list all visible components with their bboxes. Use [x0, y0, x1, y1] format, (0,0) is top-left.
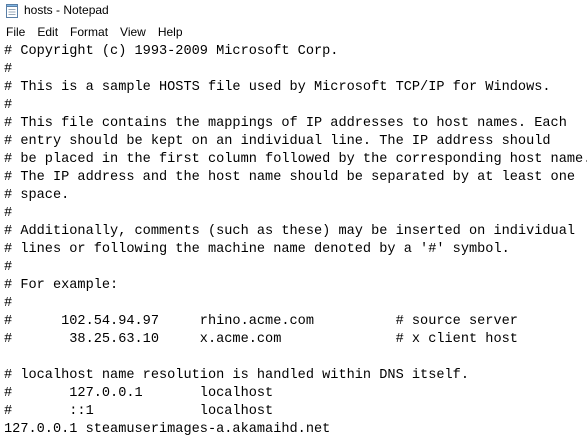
editor-line: #: [4, 206, 13, 221]
editor-line: # 102.54.94.97 rhino.acme.com # source s…: [4, 314, 518, 329]
menu-bar: File Edit Format View Help: [0, 22, 587, 42]
editor-line: # localhost name resolution is handled w…: [4, 368, 469, 383]
menu-view[interactable]: View: [114, 22, 152, 42]
editor-line: #: [4, 98, 13, 113]
window-title: hosts - Notepad: [24, 3, 109, 17]
editor-line: # be placed in the first column followed…: [4, 152, 587, 167]
editor-line: 127.0.0.1 steamuserimages-a.akamaihd.net: [4, 422, 331, 437]
editor-line: # space.: [4, 188, 70, 203]
editor-line: # 38.25.63.10 x.acme.com # x client host: [4, 332, 518, 347]
editor-line: # The IP address and the host name shoul…: [4, 170, 576, 185]
editor-line: [4, 349, 587, 367]
editor-line: # 127.0.0.1 localhost: [4, 386, 274, 401]
menu-format[interactable]: Format: [64, 22, 114, 42]
editor-line: # ::1 localhost: [4, 404, 274, 419]
editor-line: # Copyright (c) 1993-2009 Microsoft Corp…: [4, 44, 339, 59]
menu-file[interactable]: File: [0, 22, 31, 42]
editor-line: #: [4, 296, 13, 311]
notepad-icon: [6, 4, 18, 18]
title-bar[interactable]: hosts - Notepad: [0, 0, 587, 22]
editor-line: # This is a sample HOSTS file used by Mi…: [4, 80, 551, 95]
editor-line: # lines or following the machine name de…: [4, 242, 510, 257]
editor-line: #: [4, 62, 13, 77]
notepad-window: hosts - Notepad File Edit Format View He…: [0, 0, 587, 443]
editor-lines: # Copyright (c) 1993-2009 Microsoft Corp…: [4, 43, 587, 439]
menu-edit[interactable]: Edit: [31, 22, 64, 42]
menu-help[interactable]: Help: [152, 22, 189, 42]
editor-line: # This file contains the mappings of IP …: [4, 116, 567, 131]
editor-line: # entry should be kept on an individual …: [4, 134, 551, 149]
editor-line: #: [4, 260, 13, 275]
text-editor[interactable]: # Copyright (c) 1993-2009 Microsoft Corp…: [0, 42, 587, 443]
editor-line: # For example:: [4, 278, 119, 293]
editor-line: # Additionally, comments (such as these)…: [4, 224, 576, 239]
